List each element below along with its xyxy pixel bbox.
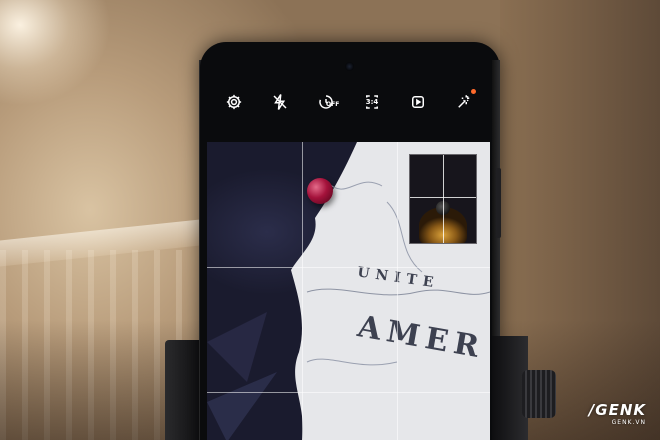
motion-photo-icon[interactable]: [406, 90, 430, 114]
timer-label: OFF: [326, 101, 340, 108]
preview-grid-vertical: [443, 155, 444, 243]
grid-line-horizontal-2: [207, 392, 490, 393]
notification-dot: [471, 89, 476, 94]
camera-toolbar: OFF 3:4: [220, 90, 480, 114]
preview-grid-horizontal: [410, 197, 476, 198]
zoom-preview-thumbnail[interactable]: [409, 154, 477, 244]
watermark: /GENK GENK.VN: [589, 401, 646, 426]
flash-off-icon[interactable]: [268, 90, 292, 114]
photo-scene: OFF 3:4 UNITE AMER /GENK GENK.VN: [0, 0, 660, 440]
timer-icon[interactable]: OFF: [314, 90, 340, 114]
front-camera: [345, 62, 354, 71]
settings-icon[interactable]: [222, 90, 246, 114]
watermark-url: GENK.VN: [611, 419, 646, 426]
watermark-logo: /GENK: [588, 401, 646, 419]
map-pin: [307, 178, 333, 204]
grid-line-vertical-2: [397, 142, 398, 440]
grid-line-vertical-1: [302, 142, 303, 440]
grid-line-horizontal-1: [207, 267, 490, 268]
aspect-ratio-icon[interactable]: 3:4: [360, 90, 384, 114]
aspect-ratio-label: 3:4: [365, 98, 379, 106]
phone-side-button: [496, 168, 501, 238]
mount-knob: [522, 370, 556, 418]
